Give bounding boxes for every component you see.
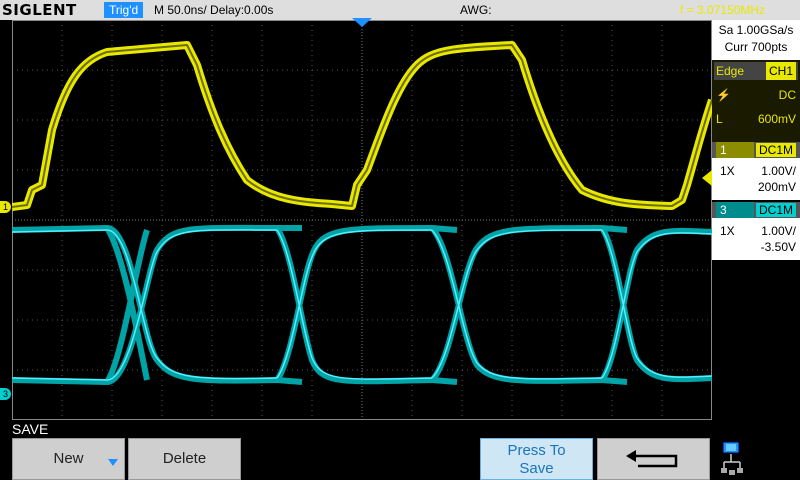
new-button[interactable]: New	[12, 438, 125, 480]
trigger-type: Edge	[716, 64, 745, 78]
ch1-offset-marker[interactable]: 1	[0, 201, 11, 213]
press-to-save-line1: Press To	[507, 442, 566, 459]
ch3-offset: -3.50V	[760, 240, 796, 254]
ch1-marker-label: 1	[2, 202, 8, 212]
waveform-display[interactable]	[12, 20, 712, 420]
new-label: New	[53, 450, 84, 467]
ch3-scale: 1.00V/	[761, 224, 796, 238]
ch1-scale: 1.00V/	[761, 164, 796, 178]
trigger-status-badge: Trig'd	[104, 2, 144, 18]
network-icon	[721, 441, 743, 475]
delete-button[interactable]: Delete	[128, 438, 241, 480]
trigger-coupling: DC	[778, 88, 796, 102]
trigger-level: 600mV	[757, 112, 796, 126]
trigger-info[interactable]: Edge CH1 ⚡ DC L 600mV	[712, 60, 800, 154]
menu-title: SAVE	[12, 421, 49, 437]
brand-logo: SIGLENT	[2, 1, 77, 19]
press-to-save-button[interactable]: Press To Save	[480, 438, 593, 480]
timebase-readout: M 50.0ns/ Delay:0.00s	[154, 3, 274, 17]
trigger-source: CH1	[765, 62, 796, 80]
ch3-number: 3	[716, 202, 754, 218]
press-to-save-line2: Save	[519, 460, 554, 477]
rising-edge-icon: ⚡	[716, 88, 731, 102]
trigger-level-label: L	[716, 112, 723, 126]
ch1-offset: 200mV	[757, 180, 796, 194]
ch1-header: 1 DC1M	[712, 142, 800, 158]
ch3-offset-marker[interactable]: 3	[0, 388, 11, 400]
acquisition-info: Sa 1.00GSa/s Curr 700pts	[712, 20, 800, 60]
trigger-level-marker[interactable]	[702, 170, 712, 186]
ch3-probe: 1X	[720, 224, 735, 238]
return-arrow-icon	[626, 450, 678, 468]
info-panel: Sa 1.00GSa/s Curr 700pts Edge CH1 ⚡ DC L…	[712, 20, 800, 420]
memory-depth: Curr 700pts	[724, 40, 788, 54]
sample-rate: Sa 1.00GSa/s	[718, 23, 794, 37]
ch3-header: 3 DC1M	[712, 202, 800, 218]
ch1-probe: 1X	[720, 164, 735, 178]
trigger-position-marker[interactable]	[352, 18, 372, 28]
ch3-info[interactable]: 3 DC1M 1X 1.00V/ -3.50V	[712, 202, 800, 260]
ch3-marker-label: 3	[2, 389, 8, 399]
awg-readout: AWG:	[460, 3, 492, 17]
delete-label: Delete	[162, 450, 207, 467]
ch1-info[interactable]: 1 DC1M 1X 1.00V/ 200mV	[712, 142, 800, 200]
ch3-coupling: DC1M	[755, 203, 796, 217]
ch1-coupling: DC1M	[755, 143, 796, 157]
status-bar: SIGLENT Trig'd M 50.0ns/ Delay:0.00s AWG…	[0, 0, 800, 20]
chevron-down-icon	[108, 459, 118, 466]
frequency-readout: f = 3.07150MHz	[680, 3, 766, 17]
return-button[interactable]	[597, 438, 710, 480]
ch1-number: 1	[716, 142, 754, 158]
